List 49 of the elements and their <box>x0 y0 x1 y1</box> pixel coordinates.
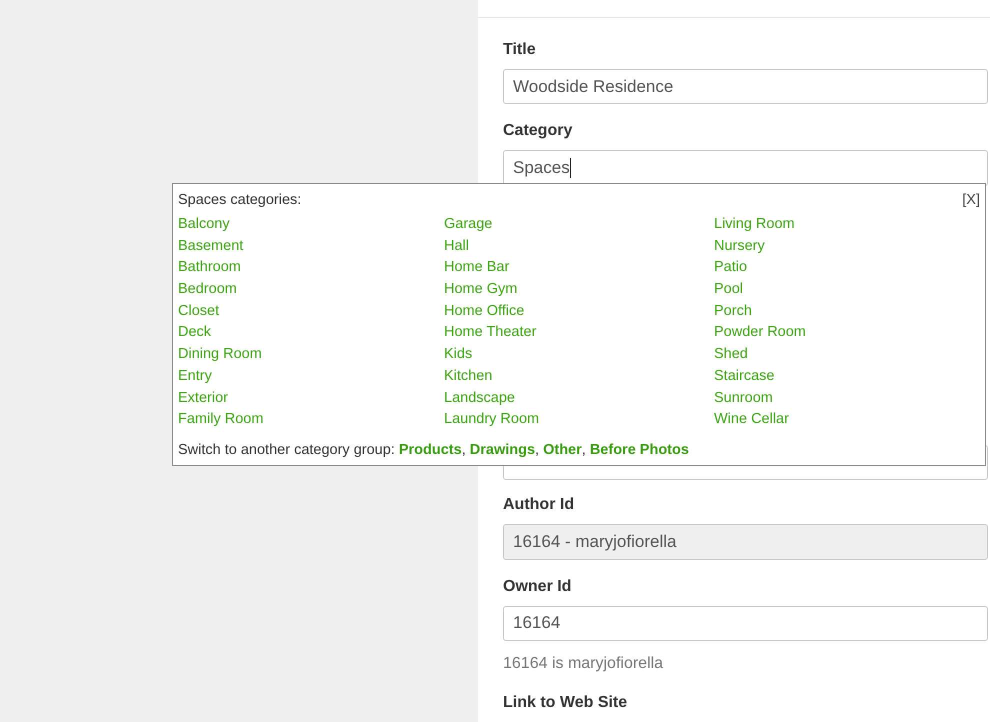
category-link[interactable]: Home Gym <box>444 279 518 301</box>
close-link[interactable]: [X] <box>962 191 980 213</box>
separator-comma: , <box>462 442 467 458</box>
category-link[interactable]: Powder Room <box>714 322 806 344</box>
category-link[interactable]: Pool <box>714 279 744 301</box>
category-link[interactable]: Sunroom <box>714 388 773 410</box>
category-link[interactable]: Exterior <box>178 388 228 410</box>
category-link[interactable]: Shed <box>714 344 748 366</box>
category-link[interactable]: Home Bar <box>444 257 510 280</box>
category-link[interactable]: Dining Room <box>178 344 262 366</box>
category-switch-text: Switch to another category group: Products, Drawings, Other, Before Photos <box>178 440 690 459</box>
category-link[interactable]: Nursery <box>714 236 765 258</box>
category-link[interactable]: Kids <box>444 344 472 366</box>
category-link[interactable]: Hall <box>444 236 469 258</box>
category-link[interactable]: Family Room <box>178 409 264 431</box>
category-link[interactable]: Balcony <box>178 214 230 236</box>
category-link[interactable]: Porch <box>714 300 752 322</box>
category-link[interactable]: Laundry Room <box>444 409 540 431</box>
category-link[interactable]: Staircase <box>714 366 774 388</box>
category-link[interactable]: Garage <box>444 214 492 236</box>
input-field[interactable]: Woodside Residence <box>503 69 988 104</box>
field-label: Author Id <box>503 495 576 516</box>
group-link[interactable]: Before Photos <box>590 442 689 458</box>
category-link[interactable]: Living Room <box>714 214 795 236</box>
separator-comma: , <box>535 442 540 458</box>
category-link[interactable]: Patio <box>714 257 748 280</box>
field-label: Owner Id <box>503 576 572 597</box>
category-link[interactable]: Entry <box>178 366 212 388</box>
category-link[interactable]: Wine Cellar <box>714 409 789 431</box>
category-link[interactable]: Kitchen <box>444 366 492 388</box>
category-link[interactable]: Home Office <box>444 300 524 322</box>
separator-comma: , <box>582 442 587 458</box>
field-label: Link to Web Site <box>503 693 628 714</box>
field-label: Category <box>503 121 574 142</box>
group-link[interactable]: Products <box>398 442 462 458</box>
category-link[interactable]: Basement <box>178 236 244 258</box>
help-text: 16164 is maryjofiorella <box>503 654 664 674</box>
input-field[interactable]: 16164 <box>503 606 988 642</box>
category-link[interactable]: Closet <box>178 300 220 322</box>
popup-title: Spaces categories: <box>178 191 302 210</box>
category-link[interactable]: Landscape <box>444 388 515 410</box>
field-label: Title <box>503 40 537 60</box>
group-link[interactable]: Drawings <box>470 442 536 458</box>
category-link[interactable]: Bedroom <box>178 279 237 301</box>
category-link[interactable]: Bathroom <box>178 257 241 280</box>
input-field[interactable]: Spaces <box>503 150 988 186</box>
category-link[interactable]: Deck <box>178 322 212 344</box>
group-link[interactable]: Other <box>543 442 582 458</box>
category-link[interactable]: Home Theater <box>444 322 536 344</box>
